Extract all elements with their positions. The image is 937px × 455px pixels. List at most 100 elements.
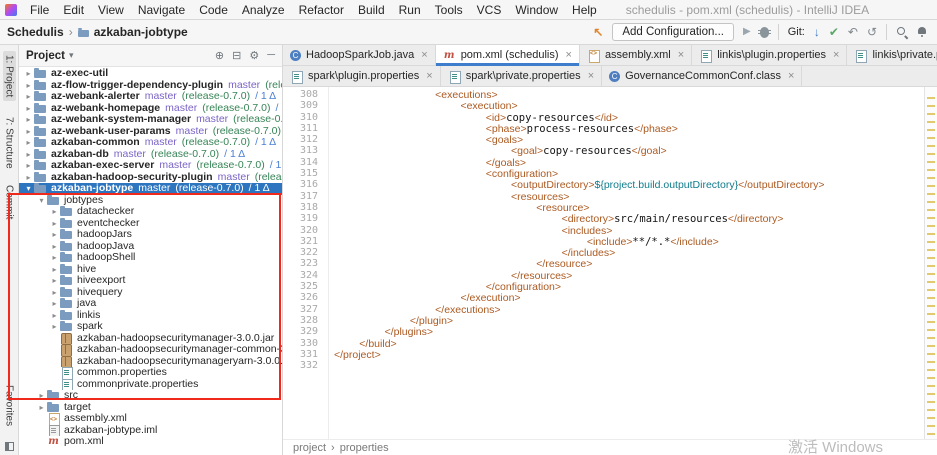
line-number[interactable]: 318 [283,202,328,213]
tree-item-target[interactable]: ▸target [19,402,282,414]
add-configuration-button[interactable]: Add Configuration... [612,23,734,41]
line-number[interactable]: 330 [283,338,328,349]
code-line[interactable]: </resource> [334,258,924,269]
tree-expand-arrow-icon[interactable]: ▸ [49,218,60,230]
line-number[interactable]: 325 [283,281,328,292]
tree-expand-arrow-icon[interactable]: ▸ [23,91,34,103]
tab-close-icon[interactable]: × [788,70,794,82]
tree-item-az-webank-system-manager[interactable]: ▸az-webank-system-managermaster(release-… [19,114,282,126]
tree-item-azkaban-hadoop-security-plugin[interactable]: ▸azkaban-hadoop-security-pluginmaster(re… [19,172,282,184]
chevron-down-icon[interactable]: ▾ [69,50,74,61]
menu-analyze[interactable]: Analyze [235,1,292,19]
line-number[interactable]: 328 [283,315,328,326]
tree-expand-arrow-icon[interactable]: ▸ [23,80,34,92]
tree-item-datachecker[interactable]: ▸datachecker [19,206,282,218]
code-line[interactable]: <resources> [334,191,924,202]
tree-item-common.properties[interactable]: common.properties [19,367,282,379]
git-update-icon[interactable]: ↓ [814,25,820,39]
code-line[interactable]: <configuration> [334,168,924,179]
tree-item-hadoopJars[interactable]: ▸hadoopJars [19,229,282,241]
tree-expand-arrow-icon[interactable]: ▸ [49,252,60,264]
tree-item-azkaban-jobtype.iml[interactable]: azkaban-jobtype.iml [19,425,282,437]
tree-expand-arrow-icon[interactable]: ▸ [49,264,60,276]
line-number[interactable]: 324 [283,270,328,281]
tree-item-az-flow-trigger-dependency-plugin[interactable]: ▸az-flow-trigger-dependency-pluginmaster… [19,80,282,92]
code-line[interactable]: <execution> [334,100,924,111]
menu-help[interactable]: Help [565,1,604,19]
line-number[interactable]: 322 [283,247,328,258]
navigate-back-icon[interactable]: ↖ [593,25,603,39]
notifications-icon[interactable] [917,26,927,38]
editor-tab-linkis\plugin.properties[interactable]: linkis\plugin.properties× [692,45,847,65]
code-line[interactable]: </resources> [334,270,924,281]
collapse-all-icon[interactable]: ⊟ [232,49,241,62]
locate-file-icon[interactable]: ⊕ [215,49,224,62]
menu-vcs[interactable]: VCS [470,1,509,19]
tree-item-hive[interactable]: ▸hive [19,264,282,276]
tree-expand-arrow-icon[interactable]: ▸ [49,287,60,299]
code-line[interactable]: <outputDirectory>${project.build.outputD… [334,179,924,190]
menu-tools[interactable]: Tools [428,1,470,19]
line-number[interactable]: 312 [283,134,328,145]
tree-expand-arrow-icon[interactable]: ▸ [23,126,34,138]
line-number[interactable]: 321 [283,236,328,247]
tab-close-icon[interactable]: × [678,49,684,61]
settings-gear-icon[interactable]: ⚙ [249,49,259,62]
tool-window-toggle-icon[interactable] [5,442,14,451]
code-line[interactable]: </plugins> [334,326,924,337]
debug-icon[interactable] [760,27,769,38]
tree-item-hivequery[interactable]: ▸hivequery [19,287,282,299]
line-number[interactable]: 329 [283,326,328,337]
tree-expand-arrow-icon[interactable]: ▸ [49,206,60,218]
tree-expand-arrow-icon[interactable]: ▸ [23,114,34,126]
menu-edit[interactable]: Edit [56,1,91,19]
breadcrumb-project[interactable]: Schedulis [7,25,64,39]
editor-breadcrumb-properties[interactable]: properties [340,442,389,454]
error-stripe-scrollbar[interactable] [924,87,937,439]
editor-tab-assembly.xml[interactable]: assembly.xml× [580,45,692,65]
menu-navigate[interactable]: Navigate [131,1,192,19]
code-line[interactable]: <id>copy-resources</id> [334,112,924,123]
tab-close-icon[interactable]: × [833,49,839,61]
line-number[interactable]: 319 [283,213,328,224]
code-line[interactable]: </configuration> [334,281,924,292]
tree-expand-arrow-icon[interactable]: ▸ [23,137,34,149]
tree-item-azkaban-hadoopsecuritymanager-3.0.0.jar[interactable]: azkaban-hadoopsecuritymanager-3.0.0.jar [19,333,282,345]
tree-expand-arrow-icon[interactable]: ▸ [23,103,34,115]
tab-close-icon[interactable]: × [426,70,432,82]
tree-item-azkaban-exec-server[interactable]: ▸azkaban-exec-servermaster(release-0.7.0… [19,160,282,172]
code-line[interactable]: </project> [334,349,924,360]
line-number[interactable]: 327 [283,304,328,315]
line-number[interactable]: 314 [283,157,328,168]
tree-expand-arrow-icon[interactable]: ▸ [23,172,34,184]
editor-tab-GovernanceCommonConf.class[interactable]: CGovernanceCommonConf.class× [602,66,802,86]
line-number[interactable]: 323 [283,258,328,269]
line-number[interactable]: 317 [283,191,328,202]
tree-expand-arrow-icon[interactable]: ▸ [49,275,60,287]
tool-stripe-favorites[interactable]: Favorites [4,385,15,426]
tree-expand-arrow-icon[interactable]: ▸ [23,160,34,172]
line-number[interactable]: 311 [283,123,328,134]
line-number[interactable]: 308 [283,89,328,100]
tree-item-linkis[interactable]: ▸linkis [19,310,282,322]
tool-stripe-commit[interactable]: Commit [4,185,15,219]
tree-expand-arrow-icon[interactable]: ▸ [49,298,60,310]
run-icon[interactable]: ▶ [743,25,751,39]
code-line[interactable] [334,360,924,371]
menu-run[interactable]: Run [392,1,428,19]
tab-close-icon[interactable]: × [421,49,427,61]
editor-tab-linkis\private.properties[interactable]: linkis\private.properties× [847,45,937,65]
line-number[interactable]: 310 [283,112,328,123]
tree-item-azkaban-db[interactable]: ▸azkaban-dbmaster(release-0.7.0)/ 1 Δ [19,149,282,161]
tree-expand-arrow-icon[interactable]: ▸ [23,68,34,80]
tree-item-az-webank-user-params[interactable]: ▸az-webank-user-paramsmaster(release-0.7… [19,126,282,138]
tree-expand-arrow-icon[interactable]: ▸ [49,229,60,241]
project-panel-title[interactable]: Project [26,50,65,62]
line-number[interactable]: 309 [283,100,328,111]
menu-code[interactable]: Code [192,1,235,19]
tree-expand-arrow-icon[interactable]: ▸ [49,310,60,322]
tree-item-azkaban-hadoopsecuritymanageryarn-3.0.0.jar[interactable]: azkaban-hadoopsecuritymanageryarn-3.0.0.… [19,356,282,368]
menu-refactor[interactable]: Refactor [292,1,351,19]
tree-item-azkaban-hadoopsecuritymanager-common-3.0.0.jar[interactable]: azkaban-hadoopsecuritymanager-common-3.0… [19,344,282,356]
line-number[interactable]: 313 [283,145,328,156]
